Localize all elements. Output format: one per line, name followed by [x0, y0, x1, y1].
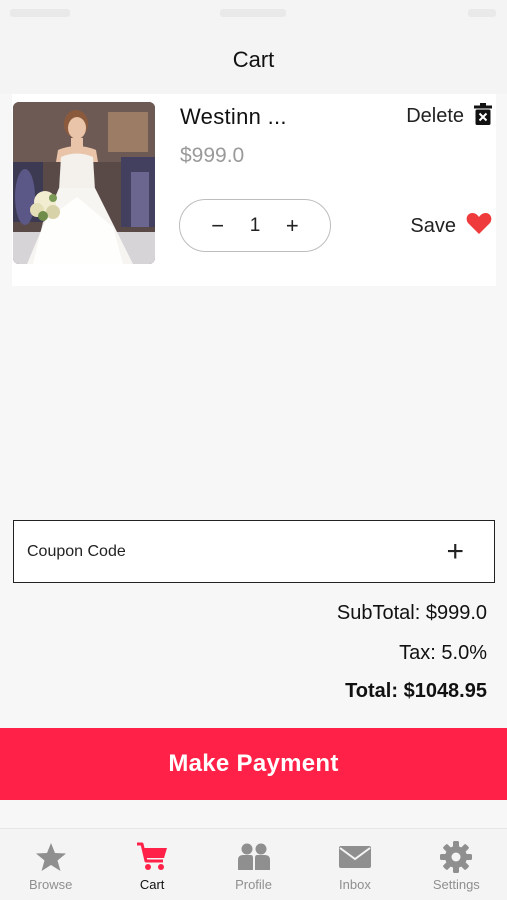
heart-icon — [466, 212, 492, 240]
quantity-stepper: − 1 + — [179, 199, 331, 252]
add-coupon-button[interactable]: + — [446, 536, 464, 567]
nav-header: Cart — [0, 26, 507, 94]
product-image[interactable] — [13, 102, 155, 264]
tab-label-inbox: Inbox — [339, 877, 371, 892]
delete-button[interactable]: Delete — [406, 102, 492, 130]
coupon-code-field[interactable]: Coupon Code + — [13, 520, 495, 583]
tab-label-settings: Settings — [432, 877, 480, 892]
coupon-label: Coupon Code — [27, 542, 126, 560]
status-time — [220, 9, 286, 17]
tax-text: Tax: 5.0% — [399, 642, 487, 664]
tab-inbox[interactable]: Inbox — [304, 829, 405, 900]
subtotal-text: SubTotal: $999.0 — [336, 602, 487, 624]
tab-profile[interactable]: Profile — [203, 829, 304, 900]
status-bar — [0, 0, 507, 26]
tab-settings[interactable]: Settings — [406, 829, 507, 900]
tab-label-browse: Browse — [29, 877, 73, 892]
cart-item: Westinn ... $999.0 Delete − 1 + Save — [12, 94, 496, 286]
shopping-cart-icon — [135, 841, 169, 873]
decrement-button[interactable]: − — [208, 214, 228, 237]
tab-cart[interactable]: Cart — [101, 829, 202, 900]
product-name[interactable]: Westinn ... — [180, 104, 287, 130]
envelope-icon — [338, 841, 372, 873]
quantity-value: 1 — [249, 214, 261, 236]
users-icon — [237, 841, 271, 873]
star-icon — [34, 841, 68, 873]
total-text: Total: $1048.95 — [345, 680, 487, 702]
gear-icon — [439, 841, 473, 873]
product-price: $999.0 — [180, 144, 245, 167]
page-title: Cart — [232, 47, 275, 72]
increment-button[interactable]: + — [282, 214, 302, 237]
delete-label: Delete — [406, 104, 464, 127]
trash-icon — [474, 102, 492, 130]
make-payment-button[interactable]: Make Payment — [0, 728, 507, 800]
tab-label-profile: Profile — [235, 877, 272, 892]
save-label: Save — [410, 214, 456, 237]
save-button[interactable]: Save — [410, 212, 492, 240]
status-carrier — [10, 9, 70, 17]
tab-label-cart: Cart — [139, 877, 165, 892]
battery-icon — [468, 9, 496, 17]
tab-browse[interactable]: Browse — [0, 829, 101, 900]
tab-bar: Browse Cart Profile Inbox Settings — [0, 828, 507, 900]
